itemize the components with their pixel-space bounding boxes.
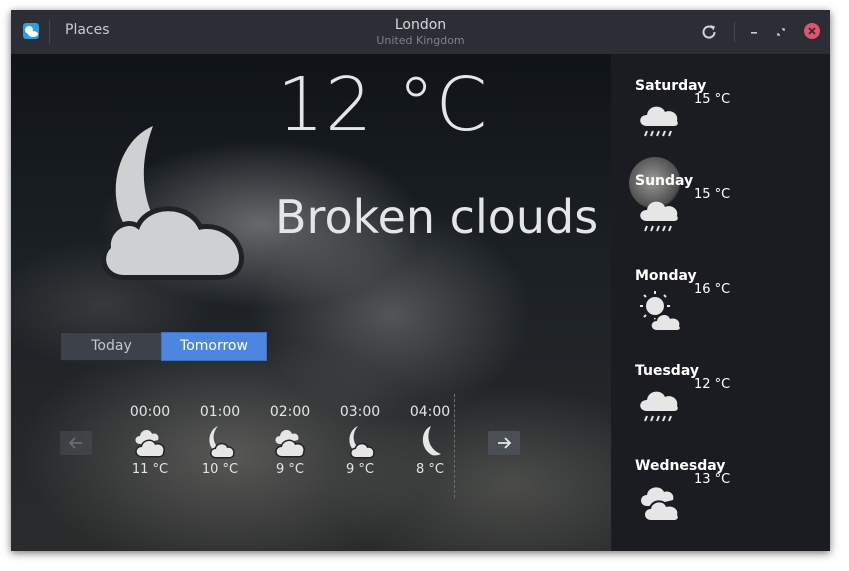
forecast-day-name: Sunday: [635, 173, 694, 189]
hourly-item: 00:00 11 °C: [120, 404, 180, 477]
previous-hours-button[interactable]: [60, 431, 92, 455]
next-hours-button[interactable]: [488, 431, 520, 455]
sun-cloud-icon: [635, 286, 687, 340]
forecast-day-temperature: 15 °C: [694, 92, 731, 107]
hour-time: 01:00: [199, 404, 241, 420]
hour-temperature: 11 °C: [131, 462, 169, 477]
hour-temperature: 9 °C: [276, 462, 304, 477]
clouds-icon: [260, 422, 320, 460]
clouds-icon: [635, 476, 687, 530]
titlebar: Places London United Kingdom: [11, 10, 830, 54]
forecast-day: Tuesday 12 °C: [635, 363, 830, 422]
forecast-day-temperature: 12 °C: [694, 377, 731, 392]
minimize-icon[interactable]: [744, 22, 764, 42]
current-description: Broken clouds: [275, 190, 599, 244]
hour-time: 02:00: [269, 404, 311, 420]
hourly-item: 01:00 10 °C: [190, 404, 250, 477]
current-temperature: 12 °C: [277, 62, 489, 148]
forecast-day-temperature: 16 °C: [694, 282, 731, 297]
forecast-day-temperature: 15 °C: [694, 187, 731, 202]
forecast-day-name: Tuesday: [635, 363, 699, 379]
hour-temperature: 9 °C: [346, 462, 374, 477]
forecast-day-name: Wednesday: [635, 458, 726, 474]
refresh-icon[interactable]: [699, 22, 719, 42]
hour-temperature: 10 °C: [201, 462, 239, 477]
forecast-day: Sunday 15 °C: [635, 173, 830, 232]
clouds-icon: [120, 422, 180, 460]
hour-temperature: 8 °C: [416, 462, 444, 477]
rain-icon: [635, 381, 687, 435]
weather-window: Places London United Kingdom 12 °C Broke…: [11, 10, 830, 551]
hourly-item: 02:00 9 °C: [260, 404, 320, 477]
moon-icon: [400, 422, 460, 460]
hour-time: 04:00: [409, 404, 451, 420]
hour-time: 03:00: [339, 404, 381, 420]
maximize-icon[interactable]: [771, 22, 791, 42]
rain-icon: [635, 191, 687, 245]
moon-cloud-icon: [81, 124, 251, 298]
moon-cloud-icon: [190, 422, 250, 460]
tab-tomorrow[interactable]: Tomorrow: [161, 332, 267, 361]
rain-icon: [635, 96, 687, 150]
tab-today[interactable]: Today: [60, 332, 163, 361]
titlebar-separator-right: [734, 22, 735, 42]
forecast-day: Saturday 15 °C: [635, 78, 830, 137]
moon-cloud-icon: [330, 422, 390, 460]
hourly-item: 04:00 8 °C: [400, 404, 460, 477]
forecast-day-temperature: 13 °C: [694, 472, 731, 487]
forecast-day: Wednesday 13 °C: [635, 458, 830, 522]
forecast-day-name: Monday: [635, 268, 697, 284]
forecast-day: Monday 16 °C: [635, 268, 830, 332]
hour-time: 00:00: [129, 404, 171, 420]
hourly-divider: [454, 394, 455, 498]
close-icon[interactable]: [804, 23, 820, 39]
forecast-day-name: Saturday: [635, 78, 707, 94]
hourly-item: 03:00 9 °C: [330, 404, 390, 477]
